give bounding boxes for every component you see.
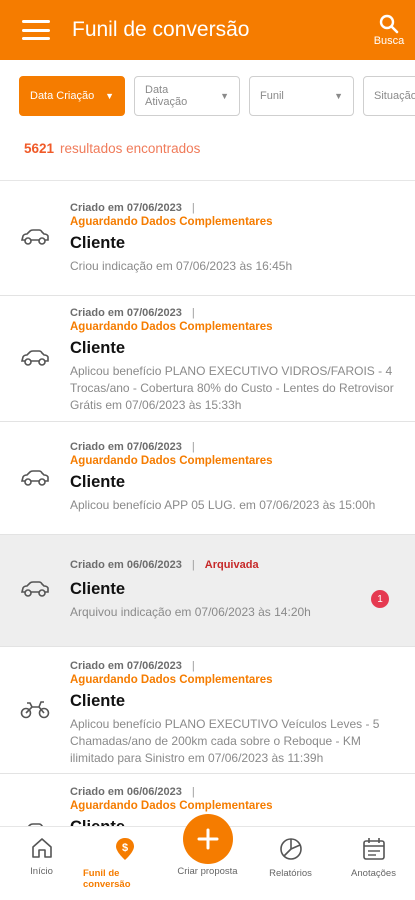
search-icon [379,14,399,33]
item-description: Arquivou indicação em 07/06/2023 às 14:2… [70,605,311,619]
add-proposal-button[interactable] [182,814,233,864]
car-icon [20,470,49,486]
filter-bar: Data Criação ▼ Data Ativação ▼ Funil ▼ S… [19,76,415,118]
lead-list: Criado em 07/06/2023 | Aguardando Dados C… [0,180,415,826]
filter-label: Funil [260,90,284,102]
nav-create-label: Criar proposta [177,866,238,877]
filter-funnel[interactable]: Funil ▼ [249,76,354,116]
filter-label: Data Ativação [145,84,188,108]
created-date: Criado em 07/06/2023 | [70,307,195,319]
created-date: Criado em 06/06/2023 | [70,786,195,798]
menu-button[interactable] [0,0,72,60]
nav-reports-label: Relatórios [269,868,312,879]
motorcycle-icon [20,701,50,719]
nav-create-proposal[interactable]: Criar proposta [166,814,249,900]
status-label: Aguardando Dados Complementares [70,216,273,228]
car-icon [20,350,49,366]
nav-funnel-label: Funil de conversão [83,868,131,890]
status-label: Aguardando Dados Complementares [70,674,273,686]
plus-icon [197,828,218,850]
filter-label: Situação [374,90,415,102]
client-name: Cliente [70,234,126,252]
bottom-navigation: Início $ Funil de conversão Criar propos… [0,814,415,900]
client-name: Cliente [70,580,126,598]
list-item[interactable]: Criado em 07/06/2023 | Aguardando Dados C… [0,422,415,535]
item-description: Aplicou benefício APP 05 LUG. em 07/06/2… [70,498,376,512]
home-icon [31,838,52,858]
nav-home-label: Início [30,866,53,877]
hamburger-icon [22,20,50,40]
created-date: Criado em 07/06/2023 | [70,660,195,672]
car-icon [20,229,49,245]
results-count: 5621 resultados encontrados [24,141,200,156]
calendar-notes-icon [362,838,385,860]
nav-funnel[interactable]: $ Funil de conversão [83,827,166,900]
nav-reports[interactable]: Relatórios [249,827,332,900]
status-label: Aguardando Dados Complementares [70,800,273,812]
filter-situation[interactable]: Situação [363,76,415,116]
created-date: Criado em 06/06/2023 | Arquivada [70,559,259,571]
client-name: Cliente [70,692,126,710]
results-number: 5621 [24,141,55,156]
car-icon [20,581,49,597]
status-label: Aguardando Dados Complementares [70,455,273,467]
client-name: Cliente [70,339,126,357]
status-label: Aguardando Dados Complementares [70,321,273,333]
item-description: Aplicou benefício PLANO EXECUTIVO VIDROS… [70,364,394,412]
notification-badge: 1 [371,590,389,608]
client-name: Cliente [70,473,126,491]
nav-notes[interactable]: Anotações [332,827,415,900]
search-label: Busca [373,34,405,47]
pie-chart-icon [279,838,302,860]
page-title: Funil de conversão [72,18,250,41]
filter-activation-date[interactable]: Data Ativação ▼ [134,76,240,116]
filter-label: Data Criação [30,90,95,102]
created-date: Criado em 07/06/2023 | [70,441,195,453]
list-item[interactable]: Criado em 07/06/2023 | Aguardando Dados C… [0,296,415,422]
chevron-down-icon: ▼ [220,91,229,101]
list-item[interactable]: Criado em 07/06/2023 | Aguardando Dados C… [0,181,415,296]
app-bar: Funil de conversão Busca [0,0,415,60]
chevron-down-icon: ▼ [334,91,343,101]
client-name: Cliente [70,818,397,826]
svg-text:$: $ [121,842,127,854]
list-item[interactable]: Criado em 06/06/2023 | Arquivada Cliente A… [0,535,415,647]
created-date: Criado em 07/06/2023 | [70,202,195,214]
archived-badge: Arquivada [204,559,259,571]
chevron-down-icon: ▼ [105,91,114,101]
list-item[interactable]: Criado em 07/06/2023 | Aguardando Dados C… [0,647,415,774]
item-description: Criou indicação em 07/06/2023 às 16:45h [70,259,293,273]
item-description: Aplicou benefício PLANO EXECUTIVO Veícul… [70,717,380,765]
money-pin-icon: $ [115,838,134,860]
filter-creation-date[interactable]: Data Criação ▼ [19,76,125,116]
results-label: resultados encontrados [60,141,201,156]
nav-notes-label: Anotações [351,868,396,879]
search-button[interactable]: Busca [363,0,415,60]
nav-home[interactable]: Início [0,827,83,900]
